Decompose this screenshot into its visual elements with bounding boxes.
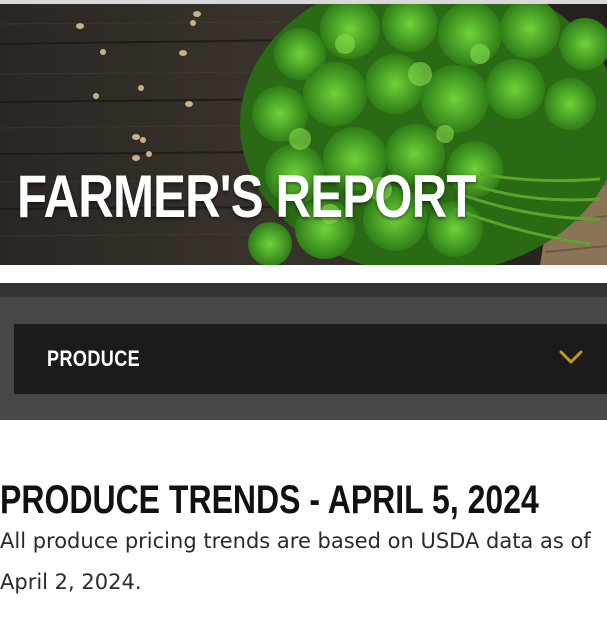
- panel-top-band: [0, 283, 607, 297]
- spacer: [0, 265, 607, 283]
- category-dropdown[interactable]: PRODUCE: [14, 324, 607, 394]
- chevron-down-icon: [559, 350, 583, 364]
- section-description: All produce pricing trends are based on …: [0, 529, 591, 594]
- page-title: FARMER'S REPORT: [17, 163, 476, 230]
- hero-banner: FARMER'S REPORT: [0, 4, 607, 265]
- category-filter-panel: PRODUCE: [0, 283, 607, 420]
- category-dropdown-label: PRODUCE: [47, 346, 141, 371]
- section-heading: PRODUCE TRENDS - APRIL 5, 2024: [0, 478, 539, 522]
